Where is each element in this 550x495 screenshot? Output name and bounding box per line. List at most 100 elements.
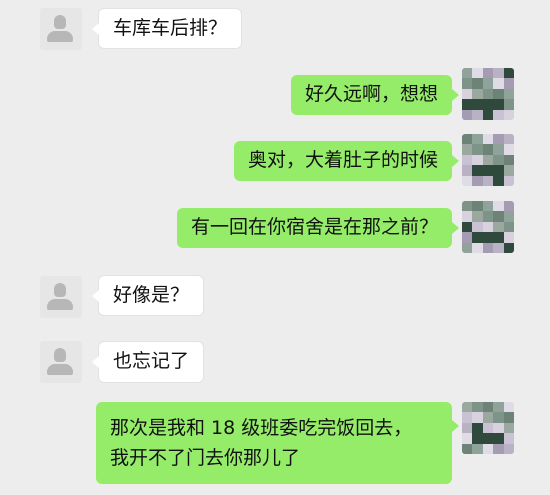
mosaic-tile — [503, 88, 514, 100]
mosaic-tile — [503, 175, 514, 186]
mosaic-tile — [503, 154, 514, 166]
mosaic-tile — [503, 242, 514, 253]
mosaic-tile — [493, 175, 504, 186]
mosaic-tile — [493, 211, 504, 222]
mosaic-tile — [493, 433, 504, 444]
mosaic-tile — [462, 221, 473, 233]
mosaic-tile — [472, 68, 483, 79]
mosaic-tile — [482, 242, 494, 253]
mosaic-tile — [462, 402, 473, 413]
mosaic-tile — [493, 232, 504, 243]
mosaic-tile — [462, 109, 473, 120]
mosaic-tile — [462, 433, 473, 444]
mosaic-tile — [503, 99, 514, 110]
mosaic-tile — [482, 165, 494, 176]
mosaic-tile — [493, 109, 504, 120]
mosaic-tile — [493, 68, 504, 79]
avatar-head-shape — [54, 348, 66, 362]
mosaic-tile — [482, 154, 494, 166]
mosaic-tile — [472, 412, 483, 423]
mosaic-tile — [493, 165, 504, 176]
mosaic-tile — [482, 201, 494, 212]
mosaic-avatar[interactable] — [462, 134, 514, 186]
mosaic-tile — [482, 175, 494, 186]
mosaic-tile — [462, 232, 473, 243]
mosaic-tile — [462, 68, 473, 79]
mosaic-tile — [503, 211, 514, 222]
avatar-body-shape — [47, 299, 73, 310]
mosaic-tile — [503, 165, 514, 176]
default-avatar-icon[interactable] — [40, 276, 82, 318]
mosaic-tile — [472, 144, 483, 155]
mosaic-tile — [503, 412, 514, 423]
mosaic-tile — [462, 412, 473, 423]
mosaic-tile — [493, 242, 504, 253]
mosaic-tile — [462, 165, 473, 176]
mosaic-tile — [462, 422, 473, 434]
mosaic-tile — [462, 242, 473, 253]
mosaic-tile — [493, 422, 504, 434]
avatar-head-shape — [54, 283, 66, 297]
outgoing-message-bubble[interactable]: 好久远啊，想想 — [290, 75, 460, 115]
mosaic-tile — [503, 422, 514, 434]
mosaic-tile — [462, 443, 473, 454]
mosaic-avatar[interactable] — [462, 68, 514, 120]
mosaic-tile — [472, 201, 483, 212]
mosaic-tile — [482, 232, 494, 243]
mosaic-tile — [472, 154, 483, 166]
message-row: 有一回在你宿舍是在那之前？ — [0, 201, 550, 259]
mosaic-tile — [503, 232, 514, 243]
outgoing-message-bubble[interactable]: 奥对，大着肚子的时候 — [233, 141, 460, 181]
message-row: 也忘记了 — [0, 338, 550, 388]
mosaic-tile — [472, 232, 483, 243]
mosaic-tile — [493, 201, 504, 212]
incoming-message-bubble[interactable]: 车库车后排？ — [91, 8, 243, 49]
mosaic-tile — [503, 78, 514, 89]
mosaic-tile — [482, 443, 494, 454]
mosaic-tile — [493, 88, 504, 100]
mosaic-tile — [482, 433, 494, 444]
mosaic-tile — [472, 422, 483, 434]
mosaic-tile — [493, 412, 504, 423]
mosaic-tile — [503, 109, 514, 120]
mosaic-tile — [472, 99, 483, 110]
mosaic-tile — [462, 175, 473, 186]
mosaic-tile — [472, 165, 483, 176]
avatar-body-shape — [47, 364, 73, 375]
mosaic-tile — [503, 134, 514, 145]
mosaic-tile — [503, 68, 514, 79]
mosaic-tile — [472, 109, 483, 120]
mosaic-tile — [472, 242, 483, 253]
mosaic-tile — [493, 144, 504, 155]
mosaic-tile — [462, 144, 473, 155]
incoming-message-bubble[interactable]: 也忘记了 — [91, 341, 205, 383]
mosaic-tile — [482, 99, 494, 110]
mosaic-tile — [482, 68, 494, 79]
mosaic-avatar[interactable] — [462, 402, 514, 454]
default-avatar-icon[interactable] — [40, 341, 82, 383]
mosaic-tile — [462, 134, 473, 145]
mosaic-tile — [493, 443, 504, 454]
message-row: 奥对，大着肚子的时候 — [0, 134, 550, 192]
mosaic-tile — [462, 154, 473, 166]
mosaic-avatar[interactable] — [462, 201, 514, 253]
mosaic-tile — [493, 402, 504, 413]
outgoing-message-bubble[interactable]: 有一回在你宿舍是在那之前？ — [176, 208, 460, 248]
mosaic-tile — [482, 211, 494, 222]
mosaic-tile — [462, 211, 473, 222]
mosaic-tile — [482, 422, 494, 434]
mosaic-tile — [482, 144, 494, 155]
mosaic-tile — [482, 88, 494, 100]
avatar-body-shape — [47, 31, 73, 42]
outgoing-message-bubble[interactable]: 那次是我和 18 级班委吃完饭回去， 我开不了门去你那儿了 — [96, 402, 459, 484]
avatar-head-shape — [54, 15, 66, 29]
incoming-message-bubble[interactable]: 好像是？ — [91, 275, 205, 316]
mosaic-tile — [472, 443, 483, 454]
mosaic-tile — [472, 88, 483, 100]
mosaic-tile — [503, 443, 514, 454]
mosaic-tile — [493, 134, 504, 145]
mosaic-tile — [462, 78, 473, 89]
default-avatar-icon[interactable] — [40, 8, 82, 50]
mosaic-tile — [482, 221, 494, 233]
mosaic-tile — [493, 78, 504, 89]
